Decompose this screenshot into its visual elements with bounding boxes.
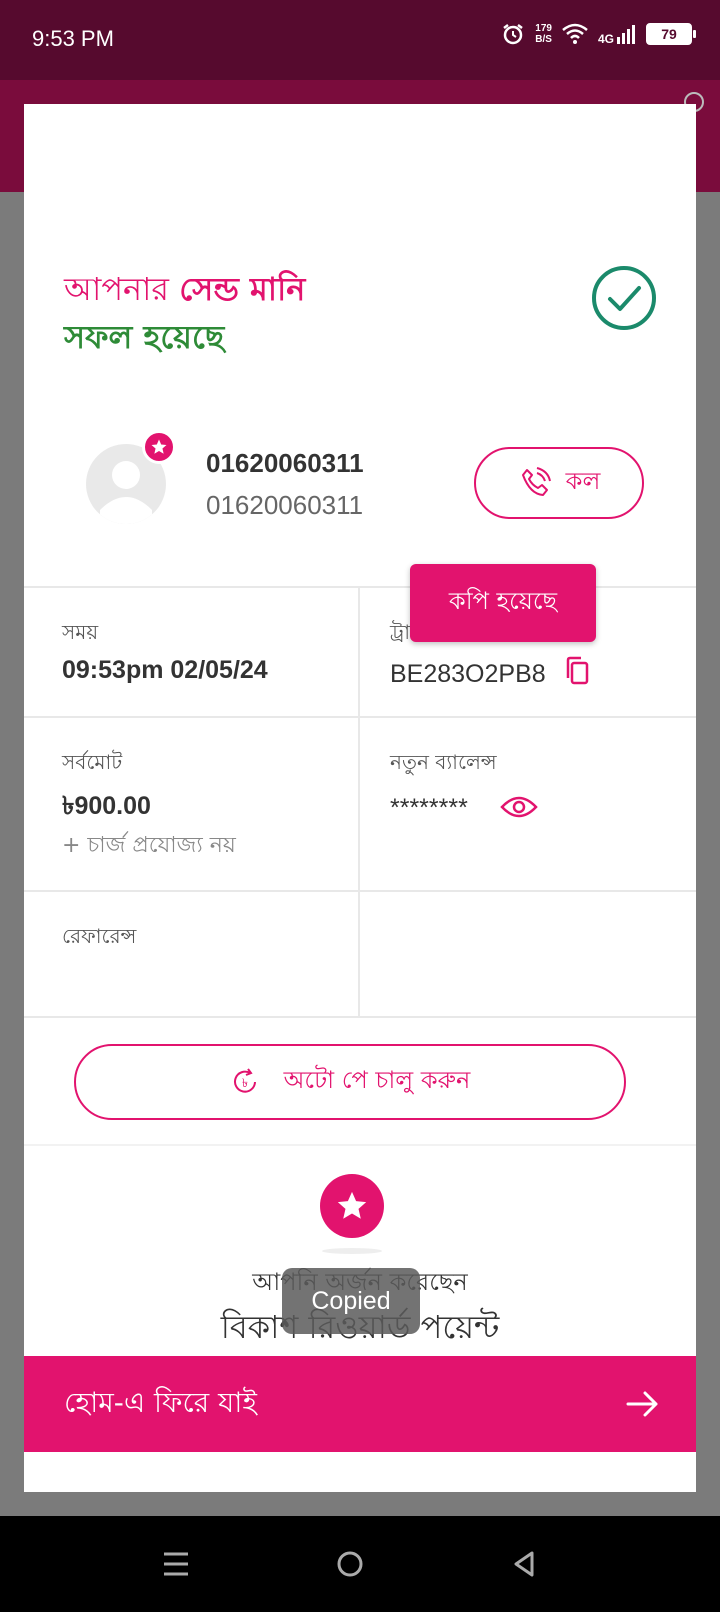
divider [24, 1016, 696, 1018]
network-speed-value: 179 [535, 23, 552, 34]
total-value: ৳900.00 [62, 792, 151, 820]
reference-label: রেফারেন্স [62, 924, 137, 948]
home-icon[interactable] [336, 1550, 364, 1578]
result-title-prefix: আপনার [64, 270, 170, 308]
status-bar: 9:53 PM 179 B/S 4G 79 [0, 0, 720, 80]
divider [24, 890, 696, 892]
system-nav-bar [0, 1516, 720, 1612]
new-balance-label: নতুন ব্যালেন্স [390, 750, 497, 774]
new-balance-value: ******** [390, 794, 468, 822]
star-icon [337, 1191, 367, 1219]
call-button[interactable]: কল [474, 447, 644, 519]
star-icon [151, 439, 167, 454]
autopay-icon: ৳ [233, 1068, 256, 1093]
charge-note: + চার্জ প্রযোজ্য নয় [62, 833, 236, 858]
divider [24, 716, 696, 718]
copy-icon[interactable] [564, 656, 590, 686]
divider [24, 1144, 696, 1146]
phone-icon [521, 467, 551, 496]
svg-text:৳: ৳ [242, 1076, 248, 1090]
result-title: আপনার সেন্ড মানি [64, 264, 305, 318]
status-icons: 179 B/S 4G 79 [501, 22, 696, 46]
back-to-home-button[interactable]: হোম-এ ফিরে যাই [24, 1356, 696, 1452]
arrow-right-icon [626, 1391, 658, 1417]
time-label: সময় [62, 620, 99, 644]
success-check-icon [592, 266, 656, 330]
wifi-icon [562, 23, 588, 44]
result-title-service: সেন্ড মানি [179, 270, 306, 308]
back-to-home-label: হোম-এ ফিরে যাই [64, 1385, 257, 1419]
network-speed: 179 B/S [535, 23, 552, 45]
reward-badge-shadow [322, 1248, 382, 1254]
network-speed-unit: B/S [535, 34, 552, 45]
favorite-star-badge [142, 430, 176, 464]
total-label: সর্বমোট [62, 750, 123, 774]
back-icon[interactable] [510, 1550, 538, 1578]
alarm-icon [503, 24, 524, 45]
copied-toast: Copied [282, 1268, 420, 1334]
battery-indicator: 79 [646, 23, 696, 45]
network-type: 4G [597, 32, 614, 46]
recipient-name: 01620060311 [206, 448, 364, 478]
transaction-id-value: BE283O2PB8 [390, 660, 546, 688]
call-button-label: কল [565, 467, 601, 495]
autopay-button[interactable]: ৳ অটো পে চালু করুন [74, 1044, 626, 1120]
time-value: 09:53pm 02/05/24 [62, 656, 268, 684]
eye-icon[interactable] [500, 794, 538, 820]
reward-badge [320, 1174, 384, 1238]
menu-icon[interactable] [162, 1550, 190, 1578]
autopay-button-label: অটো পে চালু করুন [283, 1066, 471, 1094]
recipient-number: 01620060311 [206, 490, 364, 520]
cell-signal-icon: 4G [598, 23, 636, 45]
copied-tooltip: কপি হয়েছে [410, 564, 596, 642]
divider [358, 586, 360, 1016]
result-status: সফল হয়েছে [64, 318, 225, 356]
status-time: 9:53 PM [32, 26, 114, 51]
